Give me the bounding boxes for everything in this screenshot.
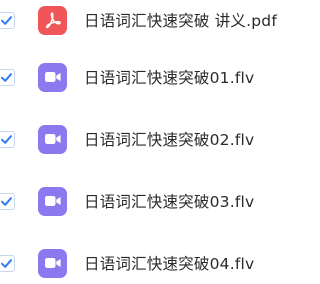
file-name: 日语词汇快速突破03.flv [84,193,255,211]
file-name: 日语词汇快速突破04.flv [84,255,255,273]
checkmark-icon [1,15,12,25]
file-row[interactable]: 日语词汇快速突破03.flv [0,176,295,226]
video-camera-icon [38,62,67,92]
file-checkbox[interactable] [0,254,15,272]
file-checkbox[interactable] [0,130,15,148]
file-list: 日语词汇快速突破 讲义.pdf 日语词汇快速突破01.flv 日语词汇快速突破0… [0,0,295,284]
file-row[interactable]: 日语词汇快速突破02.flv [0,114,295,164]
video-camera-icon [38,186,67,216]
checkmark-icon [1,196,12,206]
video-camera-icon [38,248,67,278]
file-row[interactable]: 日语词汇快速突破 讲义.pdf [0,0,295,45]
file-row[interactable]: 日语词汇快速突破01.flv [0,52,295,102]
file-checkbox[interactable] [0,68,15,86]
checkmark-icon [1,134,12,144]
file-name: 日语词汇快速突破01.flv [84,69,255,87]
file-checkbox[interactable] [0,11,15,29]
file-name: 日语词汇快速突破 讲义.pdf [84,12,277,30]
video-camera-icon [38,124,67,154]
file-checkbox[interactable] [0,192,15,210]
pdf-icon [38,5,67,35]
file-name: 日语词汇快速突破02.flv [84,131,255,149]
checkmark-icon [1,72,12,82]
checkmark-icon [1,258,12,268]
file-row[interactable]: 日语词汇快速突破04.flv [0,238,295,284]
